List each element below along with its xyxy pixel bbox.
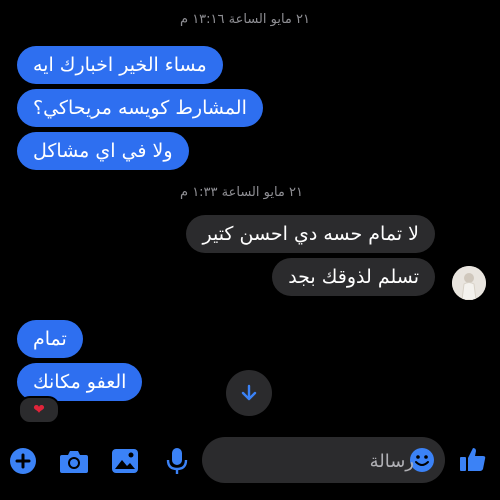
message-bubble-outgoing[interactable]: مساء الخير اخبارك ايه [17,46,223,84]
message-bubble-incoming[interactable]: لا تمام حسه دي احسن كتير [186,215,435,253]
plus-circle-icon [10,448,36,474]
arrow-down-icon [241,384,257,401]
image-icon [112,449,138,473]
camera-button[interactable] [59,446,89,476]
thumbs-up-icon [460,448,486,471]
message-bubble-outgoing[interactable]: المشارط كويسه مريحاكي؟ [17,89,263,127]
message-bubble-outgoing[interactable]: تمام [17,320,83,358]
heart-icon: ❤ [33,402,45,418]
camera-icon [60,451,88,473]
message-bubble-outgoing[interactable]: ولا في اي مشاكل [17,132,189,170]
timestamp: ٢١ مايو الساعة ١:٣٣ م [180,185,303,200]
add-button[interactable] [8,446,38,476]
voice-record-button[interactable] [162,446,192,476]
like-button[interactable] [458,444,488,474]
microphone-icon [166,448,188,474]
avatar-image [452,266,486,300]
gallery-button[interactable] [110,446,140,476]
message-composer[interactable] [202,437,445,485]
message-input[interactable] [262,437,416,485]
message-bubble-incoming[interactable]: تسلم لذوقك بجد [272,258,435,296]
contact-avatar[interactable] [452,266,486,300]
timestamp: ٢١ مايو الساعة ١٣:١٦ م [180,12,310,27]
heart-reaction-badge[interactable]: ❤ [18,396,60,424]
scroll-to-bottom-button[interactable] [226,370,272,416]
